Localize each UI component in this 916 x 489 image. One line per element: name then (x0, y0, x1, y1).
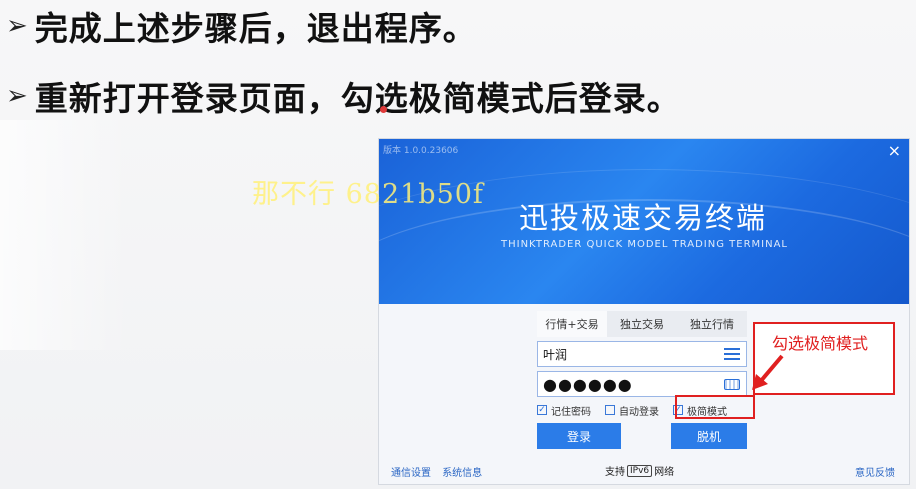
feedback-link[interactable]: 意见反馈 (855, 464, 895, 479)
video-watermark: 那不行 6821b50f (252, 179, 484, 210)
app-subtitle: THINKTRADER QUICK MODEL TRADING TERMINAL (501, 239, 788, 250)
checkbox-label: 记住密码 (551, 406, 591, 418)
checkbox-label: 自动登录 (619, 406, 659, 418)
login-mode-tabs: 行情+交易 独立交易 独立行情 (537, 311, 747, 337)
ipv6-support-label: 支持 IPv6 网络 (605, 463, 674, 478)
support-pre-text: 支持 (605, 467, 625, 478)
login-button[interactable]: 登录 (537, 423, 621, 449)
support-post-text: 网络 (654, 467, 675, 478)
auto-login-checkbox[interactable]: 自动登录 (605, 403, 659, 418)
remember-password-checkbox[interactable]: ✓ 记住密码 (537, 403, 591, 418)
checkbox-unchecked-icon[interactable] (605, 405, 615, 415)
bullet-2: ➢ 重新打开登录页面，勾选极简模式后登录。 (6, 72, 681, 120)
highlight-box (675, 395, 755, 419)
username-field[interactable]: 叶润 (537, 341, 747, 367)
bullet-1-text: 完成上述步骤后，退出程序。 (34, 9, 477, 48)
login-banner: 版本 1.0.0.23606 × 迅投极速交易终端 THINKTRADER QU… (379, 139, 909, 304)
app-title: 迅投极速交易终端 (519, 201, 768, 235)
password-value[interactable]: ●●●●●● (538, 375, 724, 394)
bullet-2-text: 重新打开登录页面，勾选极简模式后登录。 (34, 79, 681, 118)
callout-text: 勾选极简模式 (772, 334, 869, 353)
checkbox-checked-icon[interactable]: ✓ (537, 405, 547, 415)
tab-quote-only[interactable]: 独立行情 (677, 311, 747, 337)
slide-background: ➢ 完成上述步骤后，退出程序。 ➢ 重新打开登录页面，勾选极简模式后登录。 版本… (0, 0, 916, 489)
pointer-dot (380, 106, 387, 113)
username-value[interactable]: 叶润 (538, 346, 724, 363)
light-glare (0, 120, 130, 350)
bullet-1: ➢ 完成上述步骤后，退出程序。 (6, 2, 477, 50)
close-icon[interactable]: × (888, 141, 901, 160)
keyboard-icon[interactable] (724, 378, 740, 390)
bullet-arrow-icon: ➢ (6, 11, 29, 41)
version-label: 版本 1.0.0.23606 (383, 146, 459, 156)
bullet-arrow-icon: ➢ (6, 81, 29, 111)
system-info-link[interactable]: 系统信息 (442, 468, 482, 479)
network-settings-link[interactable]: 通信设置 (391, 468, 431, 479)
tab-quote-trade[interactable]: 行情+交易 (537, 311, 607, 337)
footer-links: 通信设置 系统信息 (391, 464, 490, 479)
menu-icon[interactable] (724, 348, 740, 360)
offline-button[interactable]: 脱机 (671, 423, 747, 449)
tab-trade-only[interactable]: 独立交易 (607, 311, 677, 337)
callout-arrow-icon (752, 354, 784, 390)
ipv6-badge: IPv6 (627, 464, 653, 477)
password-field[interactable]: ●●●●●● (537, 371, 747, 397)
